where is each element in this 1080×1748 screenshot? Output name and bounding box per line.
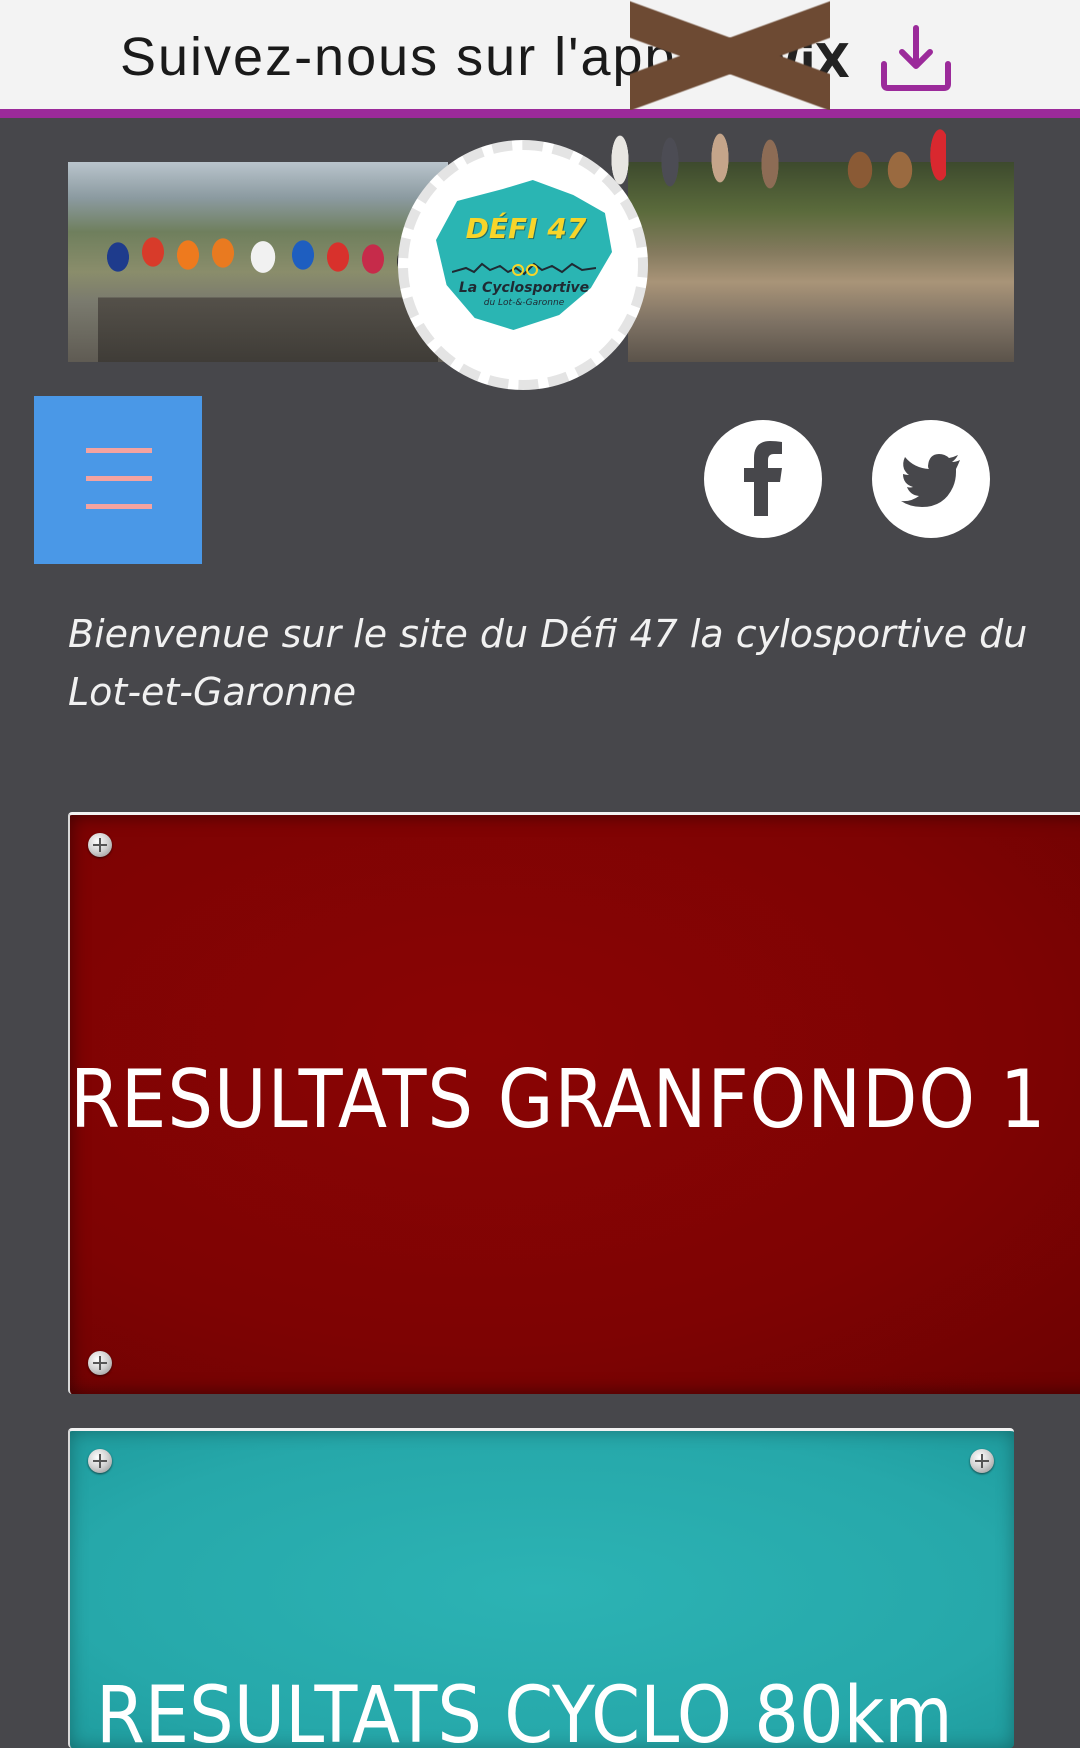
download-icon[interactable] [878,24,954,94]
gazebo-roof [630,0,830,110]
screw-icon [88,1449,112,1473]
cyclists-peloton [98,217,438,362]
hamburger-menu-icon-bar [86,476,152,481]
hamburger-menu-icon-bar [86,504,152,509]
logo-title: DÉFI 47 [465,212,587,245]
hamburger-menu-icon [86,448,152,453]
logo-subtitle-small: du Lot-&-Garonne [483,298,565,308]
panel-title: RESULTATS GRANFONDO 1 [70,1053,1047,1146]
facebook-icon [744,441,782,516]
bike-profile-icon [452,262,596,276]
results-granfondo-panel[interactable]: RESULTATS GRANFONDO 1 [68,812,1080,1394]
panel-title: RESULTATS CYCLO 80km [96,1671,953,1748]
screw-icon [88,1351,112,1375]
app-promo-text: Suivez-nous sur l'appli [120,27,705,87]
screw-icon [970,1449,994,1473]
twitter-link[interactable] [872,420,990,538]
twitter-icon [901,454,960,507]
screw-icon [88,833,112,857]
logo-subtitle: La Cyclosportive [458,280,590,296]
app-promo-bar[interactable]: Suivez-nous sur l'appli WiX [0,0,1080,118]
welcome-text: Bienvenue sur le site du Défi 47 la cylo… [68,612,1028,714]
menu-button[interactable] [34,396,202,564]
facebook-link[interactable] [704,420,822,538]
results-cyclo-80km-panel[interactable]: RESULTATS CYCLO 80km [68,1428,1014,1748]
